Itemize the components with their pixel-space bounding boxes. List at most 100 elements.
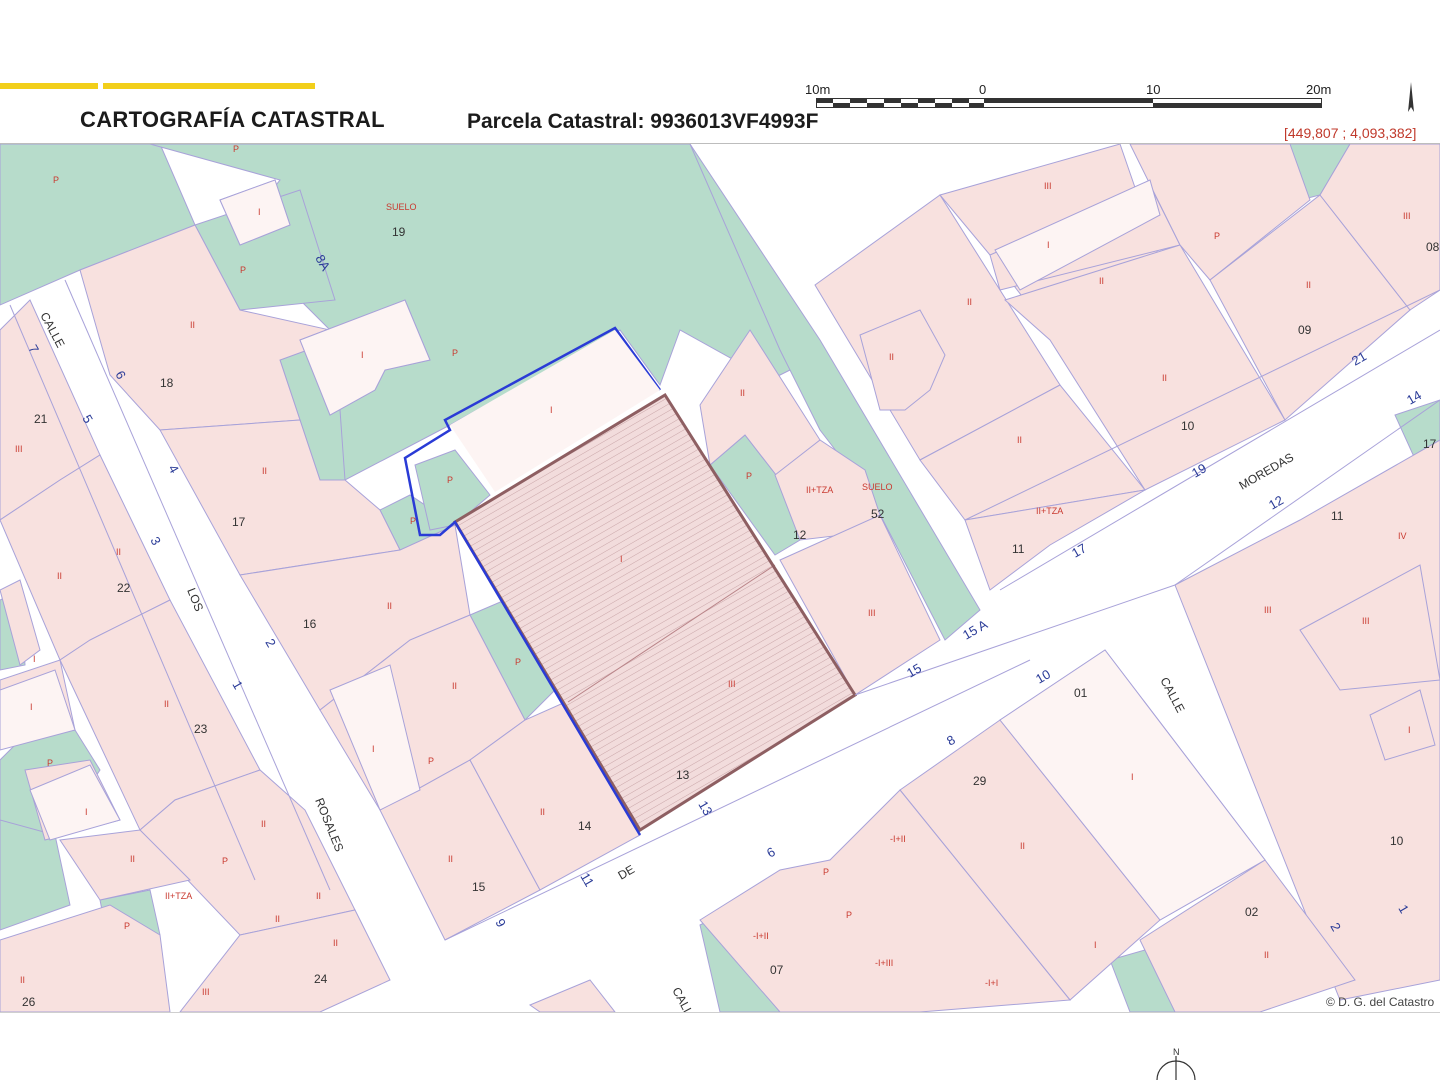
use-label: II [1020,841,1025,851]
use-label: III [1044,181,1052,191]
street-label: CALLE [1157,675,1187,715]
scale-label: 10 [1146,82,1161,97]
use-label: II [452,681,457,691]
use-label: P [53,175,59,185]
use-label: -I+I [985,978,998,988]
parcel-number: 23 [194,722,208,736]
use-label: IV [1398,531,1407,541]
cadastral-map[interactable]: 19 18 17 16 21 22 23 24 26 15 14 13 12 5… [0,144,1440,1012]
parcel-number: 12 [793,528,807,542]
use-label: I [620,554,623,564]
parcel-number: 17 [1423,437,1437,451]
use-label: II [316,891,321,901]
street-label: DE [616,862,637,882]
parcel-number: 01 [1074,686,1088,700]
use-label: I [258,207,261,217]
use-label: I [1408,725,1411,735]
scale-bar [816,98,1322,108]
divider [0,1012,1440,1013]
parcel-number: 21 [34,412,48,426]
use-label: I [1094,940,1097,950]
use-label: P [823,867,829,877]
scale-label: 0 [979,82,987,97]
use-label: P [452,348,458,358]
use-label: II [116,547,121,557]
parcel-number: 22 [117,581,131,595]
house-number: 14 [1404,387,1424,407]
parcel-number: 17 [232,515,246,529]
parcel-number: 07 [770,963,784,977]
use-label: P [410,516,416,526]
use-label: II [57,571,62,581]
house-number: 11 [577,870,597,889]
parcel-number: 15 [472,880,486,894]
use-label: P [233,144,239,154]
house-number: 2 [262,636,279,650]
scale-label: 20m [1306,82,1332,97]
use-label: III [1264,605,1272,615]
parcel-number: 11 [1331,509,1344,523]
page-title: CARTOGRAFÍA CATASTRAL [80,107,385,132]
use-label: P [1214,231,1220,241]
use-label: P [124,921,130,931]
use-label: II [967,297,972,307]
use-label: II [448,854,453,864]
parcel-number: 13 [676,768,690,782]
use-label: II [130,854,135,864]
use-label: -I+II [890,834,906,844]
use-label: -I+III [875,958,893,968]
street-label: LOS [184,586,206,614]
use-label: II [262,466,267,476]
use-label: III [868,608,876,618]
parcel-number: 10 [1181,419,1195,433]
use-label: P [447,475,453,485]
parcel-number: 24 [314,972,328,986]
use-label: II [387,601,392,611]
house-number: 9 [492,916,509,930]
use-label: P [47,758,53,768]
use-label: II [889,352,894,362]
parcel-number: 02 [1245,905,1259,919]
parcel-number: 09 [1298,323,1312,337]
use-label: P [515,657,521,667]
header-accent-bar [0,83,98,89]
use-label: P [428,756,434,766]
coordinate-readout: [449,807 ; 4,093,382] [1284,125,1417,141]
house-number: 17 [1069,540,1089,560]
parcel-number: 14 [578,819,592,833]
use-label: -I+II [753,931,769,941]
parcel-number: 18 [160,376,174,390]
use-label: P [222,856,228,866]
use-label: SUELO [862,482,893,492]
use-label: I [550,405,553,415]
parcel-reference: Parcela Catastral: 9936013VF4993F [467,110,819,133]
use-label: III [15,444,23,454]
use-label: II [1162,373,1167,383]
house-number: 8 [944,732,958,749]
use-label: I [361,350,364,360]
use-label: II [164,699,169,709]
use-label: II [1099,276,1104,286]
use-label: II [190,320,195,330]
use-label: II+TZA [806,485,833,495]
use-label: II [740,388,745,398]
house-number: 10 [1033,666,1053,686]
use-label: II [540,807,545,817]
street-label: CALL [669,985,696,1012]
parcel-number: 16 [303,617,317,631]
house-number: 13 [695,798,715,818]
use-label: SUELO [386,202,417,212]
use-label: I [1131,772,1134,782]
use-label: II [261,819,266,829]
house-number: 3 [147,534,164,548]
use-label: II+TZA [1036,506,1063,516]
north-label: N [1173,1047,1180,1057]
parcel-number: 11 [1012,542,1025,556]
parcel-number: 52 [871,507,885,521]
use-label: III [1362,616,1370,626]
use-label: P [846,910,852,920]
parcel-number: 19 [392,225,406,239]
use-label: I [33,654,36,664]
use-label: II [1264,950,1269,960]
parcel-number: 10 [1390,834,1404,848]
